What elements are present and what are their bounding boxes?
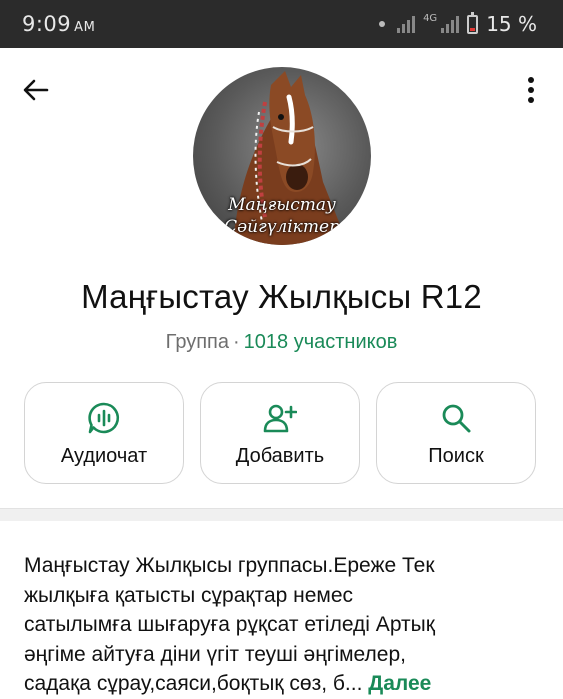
description-line: әңгіме айтуға діни үгіт теуші әңгімелер,: [24, 642, 406, 666]
add-member-label: Добавить: [235, 445, 325, 467]
search-button[interactable]: Поиск: [376, 382, 536, 484]
arrow-left-icon: [23, 79, 49, 101]
group-meta: Группа · 1018 участников: [0, 331, 563, 354]
battery-percent: 15 %: [486, 12, 537, 36]
add-person-icon: [263, 404, 297, 433]
audio-chat-button[interactable]: Аудиочат: [24, 382, 184, 484]
back-button[interactable]: [20, 74, 52, 106]
status-time: 9:09 AM: [22, 12, 95, 36]
status-time-value: 9:09: [22, 12, 72, 36]
meta-separator: ·: [233, 331, 240, 353]
description-last-line: садақа сұрау,саяси,боқтық сөз, б... Дале…: [24, 669, 544, 699]
signal-4g-icon: [441, 15, 460, 33]
read-more-link[interactable]: Далее: [368, 672, 431, 695]
status-time-ampm: AM: [74, 20, 96, 35]
battery-icon: [467, 11, 479, 34]
notification-dot-icon: [379, 21, 386, 27]
section-divider: [0, 508, 563, 521]
audio-chat-label: Аудиочат: [60, 445, 148, 467]
members-count-link[interactable]: 1018 участников: [244, 331, 398, 353]
audio-chat-icon: [88, 402, 120, 434]
add-member-button[interactable]: Добавить: [200, 382, 360, 484]
signal-icon: [397, 15, 416, 33]
search-icon: [442, 404, 471, 433]
more-vertical-icon: [528, 77, 534, 103]
status-bar: 9:09 AM 4G 15 %: [0, 0, 563, 48]
avatar-caption-line2: Сәйгүліктер: [224, 217, 340, 237]
group-avatar[interactable]: Маңғыстау Сәйгүліктер: [193, 67, 371, 245]
status-icons: 4G 15 %: [379, 11, 537, 36]
group-title: Маңғыстау Жылқысы R12: [81, 278, 482, 315]
description-line: Маңғыстау Жылқысы группасы.Ереже Тек: [24, 554, 435, 577]
description-line: сатылымға шығаруға рұқсат етіледі Артық: [24, 613, 435, 636]
avatar-caption-line1: Маңғыстау: [228, 195, 336, 215]
more-options-button[interactable]: [517, 74, 545, 106]
search-label: Поиск: [428, 445, 484, 467]
group-description: Маңғыстау Жылқысы группасы.Ереже Тек жыл…: [24, 551, 544, 699]
description-line: садақа сұрау,саяси,боқтық сөз, б...: [24, 672, 363, 695]
network-type-label: 4G: [423, 12, 438, 24]
group-type-label: Группа: [165, 331, 229, 353]
description-line: жылқыға қатысты сұрақтар немес: [24, 583, 354, 607]
